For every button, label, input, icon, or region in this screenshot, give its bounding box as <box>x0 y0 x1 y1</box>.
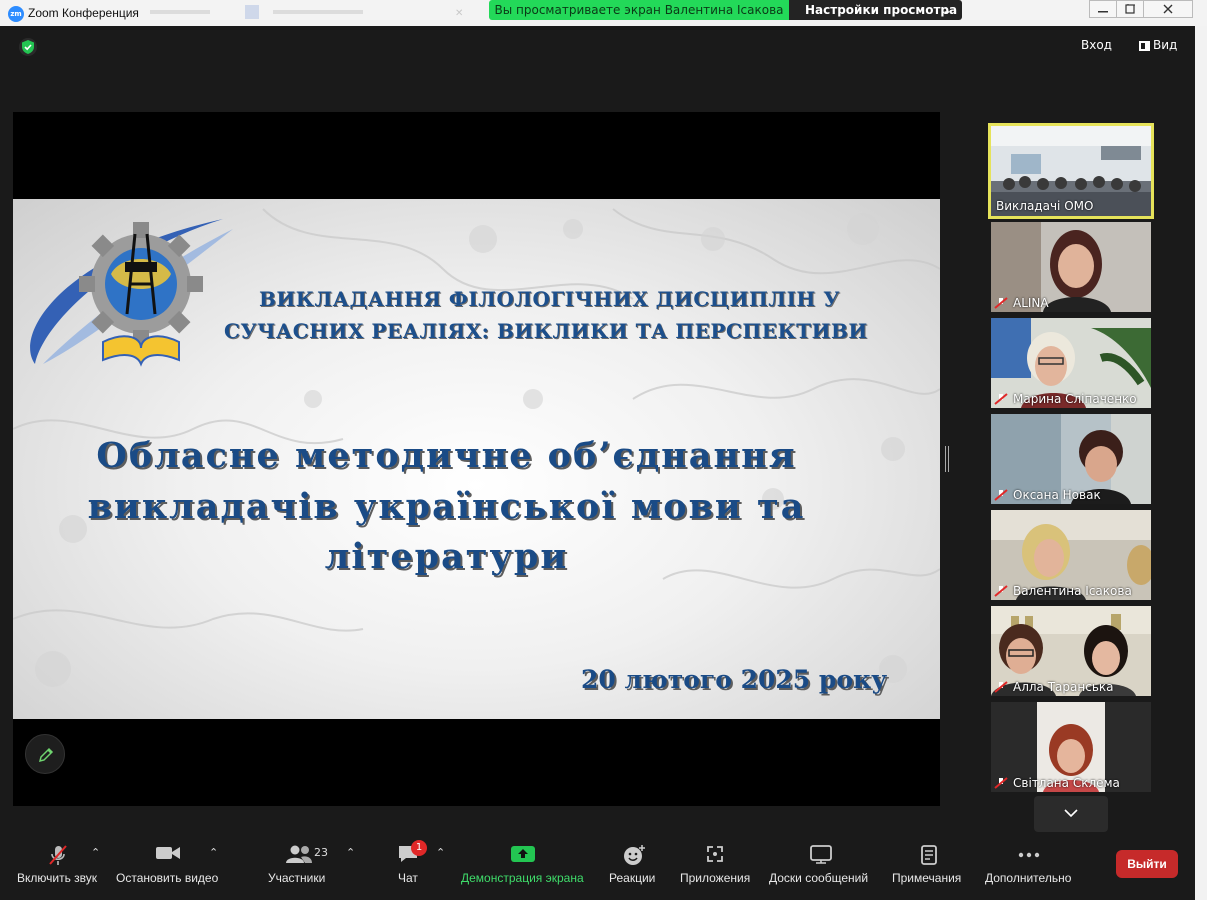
more-button[interactable]: Дополнительно <box>982 834 1077 894</box>
window-titlebar: zm Zoom Конференция ✕ Вы просматриваете … <box>0 0 1207 26</box>
unmute-button[interactable]: Включить звук <box>7 834 107 894</box>
view-button-label: Вид <box>1153 38 1178 52</box>
slide-date: 20 лютого 2025 року <box>581 665 888 694</box>
more-dots-icon <box>1018 852 1040 858</box>
view-settings-button[interactable]: Настройки просмотра ⌄ <box>789 0 962 20</box>
muted-mic-icon <box>49 845 67 865</box>
unread-chat-badge: 1 <box>411 840 427 856</box>
participant-tile[interactable]: Світлана Склема <box>991 702 1151 792</box>
stop-video-button[interactable]: Остановить видео <box>111 834 226 894</box>
leave-meeting-button[interactable]: Выйти <box>1116 850 1178 878</box>
notes-button[interactable]: Примечания <box>889 834 967 894</box>
shared-screen-view[interactable]: ВИКЛАДАННЯ ФІЛОЛОГІЧНИХ ДИСЦИПЛІН У СУЧА… <box>13 112 940 806</box>
background-window-edge <box>1195 26 1207 900</box>
svg-text:✕: ✕ <box>455 8 463 19</box>
chat-options-caret[interactable]: ⌃ <box>436 846 445 859</box>
participant-name: Валентина Ісакова <box>1013 584 1132 598</box>
participants-button[interactable]: Участники <box>262 834 337 894</box>
smiley-icon <box>624 845 645 865</box>
apps-icon <box>707 846 723 862</box>
participant-tile[interactable]: Валентина Ісакова <box>991 510 1151 600</box>
participant-tile[interactable]: ALINA <box>991 222 1151 312</box>
meeting-main-area: Вход Вид ВИКЛАДАННЯ ФІЛОЛОГІЧНИХ ДИСЦИПЛ… <box>7 26 1190 834</box>
annotate-button[interactable] <box>25 734 65 774</box>
layout-grid-icon <box>1139 41 1150 51</box>
participants-count: 23 <box>314 846 328 859</box>
apps-label: Приложения <box>680 871 751 885</box>
participant-name: Оксана Новак <box>1013 488 1101 502</box>
participant-name: Марина Сліпаченко <box>1013 392 1137 406</box>
panel-resize-handle[interactable] <box>945 446 949 472</box>
whiteboards-label: Доски сообщений <box>769 871 869 885</box>
participant-tile[interactable]: Алла Таранська <box>991 606 1151 696</box>
close-window-button[interactable] <box>1143 0 1193 18</box>
participants-options-caret[interactable]: ⌃ <box>346 846 355 859</box>
participant-name: Викладачі ОМО <box>996 199 1094 213</box>
share-screen-button[interactable]: Демонстрация экрана <box>457 834 592 894</box>
whiteboards-button[interactable]: Доски сообщений <box>767 834 877 894</box>
minimize-button[interactable] <box>1089 0 1117 18</box>
slide-title-line: викладачів української мови та <box>87 486 806 527</box>
security-shield-icon[interactable] <box>19 38 37 56</box>
participant-tile[interactable]: Викладачі ОМО <box>988 123 1154 219</box>
video-camera-icon <box>156 847 180 859</box>
notes-label: Примечания <box>892 871 962 885</box>
participant-name: Світлана Склема <box>1013 776 1120 790</box>
background-tab-ghost <box>150 5 230 25</box>
zoom-app-icon: zm <box>8 6 24 22</box>
reactions-button[interactable]: Реакции <box>605 834 665 894</box>
meeting-toolbar: Включить звук ⌃ Остановить видео ⌃ Участ… <box>7 834 1190 894</box>
unmute-label: Включить звук <box>17 871 98 885</box>
video-options-caret[interactable]: ⌃ <box>209 846 218 859</box>
audio-options-caret[interactable]: ⌃ <box>91 846 100 859</box>
enter-button[interactable]: Вход <box>1081 38 1112 58</box>
slide-title-line: літератури <box>324 536 569 577</box>
view-settings-label: Настройки просмотра <box>805 3 958 17</box>
stop-video-label: Остановить видео <box>116 871 219 885</box>
share-screen-label: Демонстрация экрана <box>461 871 584 885</box>
slide-title-line: Обласне методичне об’єднання <box>96 435 797 476</box>
reactions-label: Реакции <box>609 871 656 885</box>
gallery-scroll-down-button[interactable] <box>1034 796 1108 832</box>
more-label: Дополнительно <box>985 871 1072 885</box>
background-tab-ghost: ✕ <box>245 3 470 23</box>
whiteboard-icon <box>810 845 832 864</box>
notes-icon <box>921 845 937 865</box>
view-button[interactable]: Вид <box>1135 38 1177 58</box>
chevron-down-icon <box>1064 809 1078 818</box>
apps-button[interactable]: Приложения <box>677 834 755 894</box>
participants-icon <box>286 845 312 863</box>
participant-name: Алла Таранська <box>1013 680 1114 694</box>
chat-label: Чат <box>398 871 418 885</box>
pencil-icon <box>38 747 54 763</box>
meeting-top-strip: Вход Вид <box>7 26 1190 70</box>
share-screen-icon <box>511 846 535 862</box>
window-title: Zoom Конференция <box>28 6 139 20</box>
chevron-down-icon: ⌄ <box>941 3 952 17</box>
college-logo <box>30 219 233 367</box>
participant-name: ALINA <box>1013 296 1049 310</box>
participant-tile[interactable]: Оксана Новак <box>991 414 1151 504</box>
participant-tile[interactable]: Марина Сліпаченко <box>991 318 1151 408</box>
presentation-slide: ВИКЛАДАННЯ ФІЛОЛОГІЧНИХ ДИСЦИПЛІН У СУЧА… <box>13 199 940 719</box>
slide-header-line: ВИКЛАДАННЯ ФІЛОЛОГІЧНИХ ДИСЦИПЛІН У <box>259 287 841 311</box>
screen-share-banner: Вы просматриваете экран Валентина Ісаков… <box>489 0 789 20</box>
participants-label: Участники <box>268 871 326 885</box>
slide-header-line: СУЧАСНИХ РЕАЛІЯХ: ВИКЛИКИ ТА ПЕРСПЕКТИВИ <box>224 319 868 343</box>
maximize-button[interactable] <box>1116 0 1144 18</box>
